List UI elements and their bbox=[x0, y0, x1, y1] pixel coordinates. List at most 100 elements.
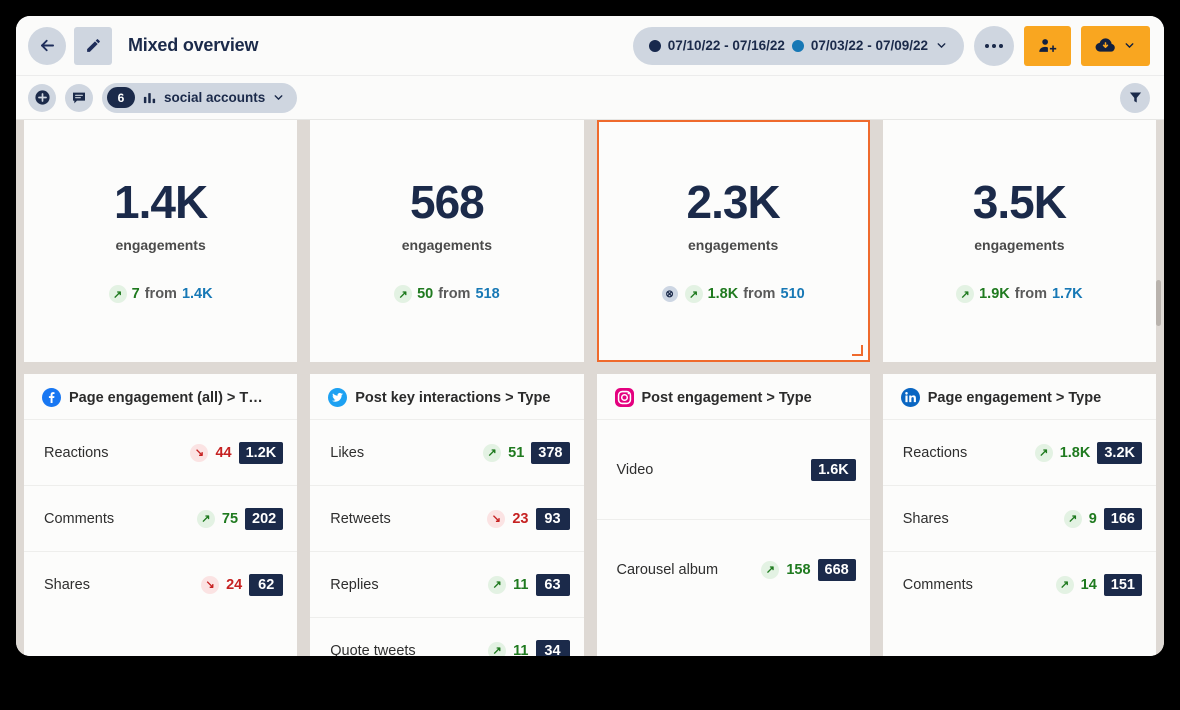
trend-down-icon: ↘ bbox=[201, 575, 220, 594]
metric-label: Likes bbox=[330, 444, 365, 461]
metric-row[interactable]: Comments ↗ 75 202 bbox=[24, 485, 298, 551]
app-header: Mixed overview 07/10/22 - 07/16/22 07/03… bbox=[16, 16, 1164, 76]
metric-row[interactable]: Carousel album ↗ 158 668 bbox=[596, 519, 870, 619]
widget-title: Page engagement (all) > T… bbox=[69, 389, 263, 406]
facebook-icon bbox=[42, 388, 61, 407]
kpi-card[interactable]: 1.4K engagements ↗ 7 from 1.4K bbox=[24, 120, 298, 362]
date-range-selector[interactable]: 07/10/22 - 07/16/22 07/03/22 - 07/09/22 bbox=[632, 26, 964, 65]
metric-row[interactable]: Video 1.6K bbox=[596, 419, 870, 519]
metric-value: 151 bbox=[1103, 573, 1142, 596]
kpi-delta: ↗ 7 from 1.4K bbox=[108, 285, 213, 303]
scrollbar-thumb[interactable] bbox=[1156, 280, 1161, 326]
metric-row[interactable]: Reactions ↘ 44 1.2K bbox=[24, 419, 298, 485]
widget-header: Page engagement (all) > T… bbox=[24, 374, 297, 419]
widget-card[interactable]: Page engagement > Type Reactions ↗ 1.8K 3.2K… bbox=[882, 374, 1156, 656]
metric-value: 202 bbox=[245, 507, 284, 530]
kpi-value: 2.3K bbox=[686, 176, 781, 228]
metric-row[interactable]: Retweets ↘ 23 93 bbox=[310, 485, 584, 551]
metric-values: ↗ 9 166 bbox=[1063, 507, 1142, 530]
funnel-filter-icon bbox=[1128, 90, 1143, 105]
metric-values: ↗ 14 151 bbox=[1055, 573, 1142, 596]
widget-card[interactable]: Post engagement > Type Video 1.6K Carousel … bbox=[596, 374, 870, 656]
comment-icon bbox=[71, 90, 87, 106]
metric-delta: 158 bbox=[786, 561, 811, 578]
comparison-period-dot bbox=[791, 39, 804, 52]
back-button[interactable] bbox=[28, 26, 66, 65]
vertical-scrollbar[interactable] bbox=[1156, 120, 1162, 656]
kpi-card[interactable]: 2.3K engagements ⊗ ↗ 1.8K from 510 bbox=[596, 120, 870, 362]
metric-label: Comments bbox=[44, 510, 115, 527]
metric-values: ↗ 11 63 bbox=[488, 573, 570, 596]
metric-row[interactable]: Likes ↗ 51 378 bbox=[310, 419, 584, 485]
widget-card[interactable]: Page engagement (all) > T… Reactions ↘ 44 1.… bbox=[24, 374, 298, 656]
cloud-download-icon bbox=[1095, 35, 1116, 56]
kpi-delta-from-label: from bbox=[438, 286, 471, 302]
widget-card[interactable]: Post key interactions > Type Likes ↗ 51 378 R… bbox=[310, 374, 584, 657]
metric-values: ↘ 44 1.2K bbox=[190, 441, 284, 464]
kpi-delta: ↗ 1.9K from 1.7K bbox=[956, 285, 1083, 303]
primary-period-dot bbox=[648, 39, 661, 52]
trend-up-icon: ↗ bbox=[108, 285, 127, 303]
arrow-left-icon bbox=[38, 36, 57, 55]
metric-value: 34 bbox=[535, 639, 570, 656]
kpi-value: 1.4K bbox=[114, 176, 208, 228]
widget-row: Page engagement (all) > T… Reactions ↘ 44 1.… bbox=[24, 374, 1156, 656]
kpi-previous-value: 518 bbox=[475, 286, 500, 302]
person-add-icon bbox=[1038, 36, 1057, 55]
trend-up-icon: ↗ bbox=[761, 560, 780, 579]
metric-value: 1.2K bbox=[238, 441, 284, 464]
trend-up-icon: ↗ bbox=[488, 641, 507, 656]
kpi-label: engagements bbox=[974, 237, 1065, 253]
metric-value: 62 bbox=[249, 573, 284, 596]
metric-label: Shares bbox=[44, 576, 90, 593]
resize-handle[interactable] bbox=[851, 345, 863, 356]
app-window: Mixed overview 07/10/22 - 07/16/22 07/03… bbox=[16, 16, 1164, 656]
trend-up-icon: ↗ bbox=[488, 575, 507, 594]
add-widget-button[interactable] bbox=[28, 83, 56, 112]
metric-delta: 9 bbox=[1088, 510, 1097, 527]
metric-row[interactable]: Shares ↘ 24 62 bbox=[24, 551, 298, 617]
filter-button[interactable] bbox=[1120, 82, 1150, 113]
metric-value: 668 bbox=[817, 558, 856, 581]
metric-delta: 1.8K bbox=[1059, 444, 1091, 461]
metric-row[interactable]: Replies ↗ 11 63 bbox=[310, 551, 584, 617]
trend-down-icon: ↘ bbox=[190, 443, 209, 462]
kpi-delta-from-label: from bbox=[743, 286, 776, 302]
primary-date-range: 07/10/22 - 07/16/22 bbox=[667, 38, 785, 53]
trend-up-icon: ↗ bbox=[483, 443, 502, 462]
header-actions: 07/10/22 - 07/16/22 07/03/22 - 07/09/22 bbox=[632, 25, 1150, 66]
linkedin-icon bbox=[900, 388, 920, 407]
widget-title: Post key interactions > Type bbox=[355, 389, 551, 406]
metric-delta: 75 bbox=[221, 510, 239, 527]
metric-values: ↘ 23 93 bbox=[487, 507, 570, 530]
export-button[interactable] bbox=[1081, 25, 1150, 66]
metric-delta: 11 bbox=[513, 576, 529, 593]
metric-label: Shares bbox=[902, 510, 949, 527]
comments-button[interactable] bbox=[65, 83, 93, 112]
metric-row[interactable]: Reactions ↗ 1.8K 3.2K bbox=[882, 419, 1156, 485]
metric-label: Reactions bbox=[44, 444, 109, 461]
metric-label: Quote tweets bbox=[330, 642, 416, 657]
ellipsis-icon bbox=[985, 43, 1003, 48]
kpi-previous-value: 1.7K bbox=[1051, 286, 1083, 302]
metric-delta: 11 bbox=[513, 642, 529, 657]
metric-source-icon: ⊗ bbox=[661, 286, 678, 302]
kpi-card[interactable]: 3.5K engagements ↗ 1.9K from 1.7K bbox=[882, 120, 1156, 362]
pencil-icon bbox=[85, 37, 102, 54]
metric-delta: 23 bbox=[512, 510, 529, 527]
social-accounts-label: social accounts bbox=[164, 90, 266, 105]
metric-values: ↗ 11 34 bbox=[488, 639, 570, 657]
widget-header: Post key interactions > Type bbox=[310, 374, 583, 419]
chevron-down-icon bbox=[1123, 39, 1136, 52]
metric-row[interactable]: Shares ↗ 9 166 bbox=[882, 485, 1156, 551]
metric-row[interactable]: Comments ↗ 14 151 bbox=[882, 551, 1156, 617]
share-button[interactable] bbox=[1024, 25, 1071, 66]
metric-row[interactable]: Quote tweets ↗ 11 34 bbox=[310, 617, 584, 657]
dashboard-canvas[interactable]: 1.4K engagements ↗ 7 from 1.4K 568 engagements ↗… bbox=[16, 120, 1164, 656]
trend-up-icon: ↗ bbox=[1034, 443, 1053, 462]
more-options-button[interactable] bbox=[974, 25, 1014, 66]
kpi-card[interactable]: 568 engagements ↗ 50 from 518 bbox=[310, 120, 584, 362]
widget-title: Post engagement > Type bbox=[641, 389, 812, 406]
edit-title-button[interactable] bbox=[74, 26, 112, 65]
social-accounts-filter[interactable]: 6 social accounts bbox=[102, 82, 298, 113]
